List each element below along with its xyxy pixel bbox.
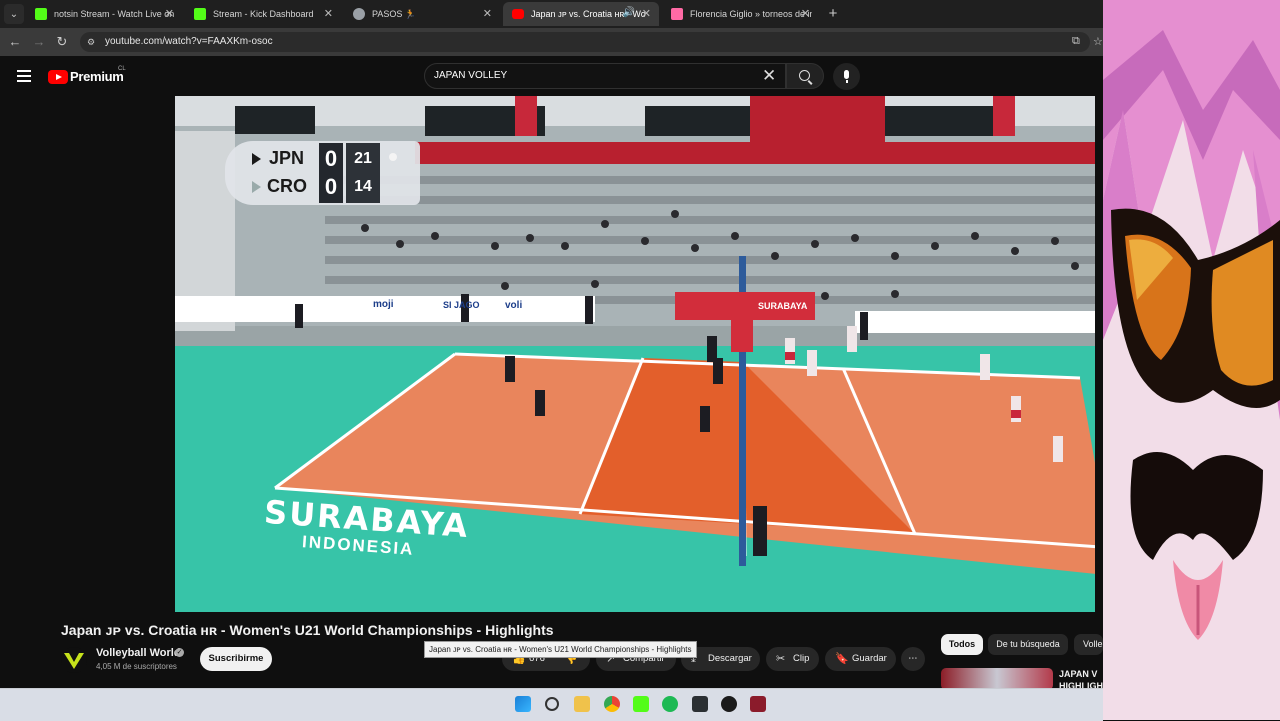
chrome-icon[interactable] (604, 696, 620, 712)
bookmark-star-icon[interactable]: ☆ (1093, 35, 1103, 48)
microphone-icon (844, 70, 849, 79)
serve-indicator-icon (252, 181, 261, 193)
court-banner-text: SURABAYA (758, 301, 808, 311)
chip-volleyball[interactable]: Volle (1074, 634, 1103, 655)
search-query[interactable]: JAPAN VOLLEY (434, 70, 507, 81)
title-tooltip: Japan ᴊᴘ vs. Croatia ʜʀ - Women's U21 Wo… (424, 641, 697, 658)
more-actions-button[interactable]: ⋯ (901, 647, 925, 671)
tab-notsin-stream[interactable]: notsin Stream - Watch Live on ✕ (26, 2, 182, 26)
sponsor-board-voli: voli (505, 300, 523, 311)
channel-avatar[interactable] (61, 647, 87, 673)
chip-all[interactable]: Todos (941, 634, 983, 655)
clear-search-icon[interactable]: ✕ (762, 66, 776, 86)
reload-icon[interactable]: ↻ (54, 34, 70, 50)
back-icon[interactable]: ← (7, 34, 23, 50)
clip-button[interactable]: ✂ Clip (766, 647, 819, 671)
region-code: CL (118, 66, 126, 72)
clip-label: Clip (793, 653, 810, 664)
anime-avatar-image (1103, 0, 1280, 720)
tab-search-chevron-icon[interactable]: ⌄ (4, 4, 24, 24)
new-tab-button[interactable]: + (823, 4, 843, 24)
sets-column: 0 0 (319, 143, 343, 203)
youtube-logo-icon[interactable] (48, 70, 68, 84)
close-icon[interactable]: ✕ (801, 7, 810, 20)
tab-label: Florencia Giglio » torneos de in (690, 9, 812, 19)
sponsor-board-moji: moji (373, 299, 394, 310)
chip-from-search[interactable]: De tu búsqueda (988, 634, 1068, 655)
close-icon[interactable]: ✕ (165, 7, 174, 20)
video-title: Japan ᴊᴘ vs. Croatia ʜʀ - Women's U21 Wo… (61, 622, 554, 638)
forward-icon[interactable]: → (31, 34, 47, 50)
volleyball-world-logo-icon (64, 653, 84, 669)
file-explorer-icon[interactable] (574, 696, 590, 712)
challonge-icon (671, 8, 683, 20)
team2-name: CRO (267, 176, 307, 196)
kick-icon (194, 8, 206, 20)
close-icon[interactable]: ✕ (642, 7, 651, 20)
serve-indicator-icon (252, 153, 261, 165)
tab-label: PASOS 🏃 (372, 8, 417, 19)
team1-name: JPN (269, 148, 305, 168)
globe-icon (353, 8, 365, 20)
search-button[interactable] (786, 63, 824, 89)
tab-label: notsin Stream - Watch Live on (54, 9, 175, 19)
voice-search-button[interactable] (833, 63, 860, 90)
streamer-avatar-overlay (1103, 0, 1280, 720)
tab-label: Stream - Kick Dashboard (213, 9, 314, 19)
subscribe-button[interactable]: Suscribirme (200, 647, 272, 671)
kick-app-icon[interactable] (633, 696, 649, 712)
download-label: Descargar (708, 653, 752, 664)
tab-challonge[interactable]: Florencia Giglio » torneos de in ✕ (662, 2, 818, 26)
bookmark-icon: 🔖 (835, 653, 849, 665)
team1-points: 21 (354, 150, 372, 167)
youtube-premium-logo[interactable]: Premium (70, 69, 124, 84)
menu-icon[interactable] (17, 70, 31, 85)
save-button[interactable]: 🔖 Guardar (825, 647, 896, 671)
url-text[interactable]: youtube.com/watch?v=FAAXKm-osoc (105, 36, 273, 47)
verified-badge-icon: ✓ (175, 648, 184, 657)
youtube-icon (512, 9, 524, 19)
team2-sets: 0 (324, 174, 338, 199)
sponsor-board-sijago: SI JAGO (443, 300, 480, 310)
scissors-icon: ✂ (776, 653, 786, 665)
close-icon[interactable]: ✕ (324, 7, 333, 20)
cast-icon[interactable]: ⧉ (1072, 35, 1080, 48)
serving-dot-icon (389, 153, 397, 161)
recommended-video-thumbnail[interactable] (941, 668, 1053, 690)
site-info-icon[interactable]: ⚙ (87, 37, 95, 48)
tab-youtube-video[interactable]: Japan ᴊᴘ vs. Croatia ʜʀ - Wo 🔊 ✕ (503, 2, 659, 26)
team2-points: 14 (354, 178, 372, 195)
subscriber-count: 4,05 M de suscriptores (96, 662, 177, 671)
search-icon[interactable] (545, 697, 559, 711)
channel-name[interactable]: Volleyball World (96, 647, 181, 659)
spotify-icon[interactable] (662, 696, 678, 712)
obs-icon[interactable] (721, 696, 737, 712)
tab-kick-dashboard[interactable]: Stream - Kick Dashboard ✕ (185, 2, 341, 26)
search-icon (799, 70, 810, 81)
team1-sets: 0 (324, 146, 338, 171)
windows-start-icon[interactable] (515, 696, 531, 712)
save-label: Guardar (852, 653, 887, 664)
speaker-icon[interactable]: 🔊 (623, 7, 635, 18)
points-column: 21 14 (346, 143, 380, 203)
kick-icon (35, 8, 47, 20)
scoreboard-overlay: JPN CRO 0 0 21 14 (225, 141, 420, 205)
tab-pasos[interactable]: PASOS 🏃 ✕ (344, 2, 500, 26)
terminal-icon[interactable] (692, 696, 708, 712)
close-icon[interactable]: ✕ (483, 7, 492, 20)
valorant-icon[interactable] (750, 696, 766, 712)
